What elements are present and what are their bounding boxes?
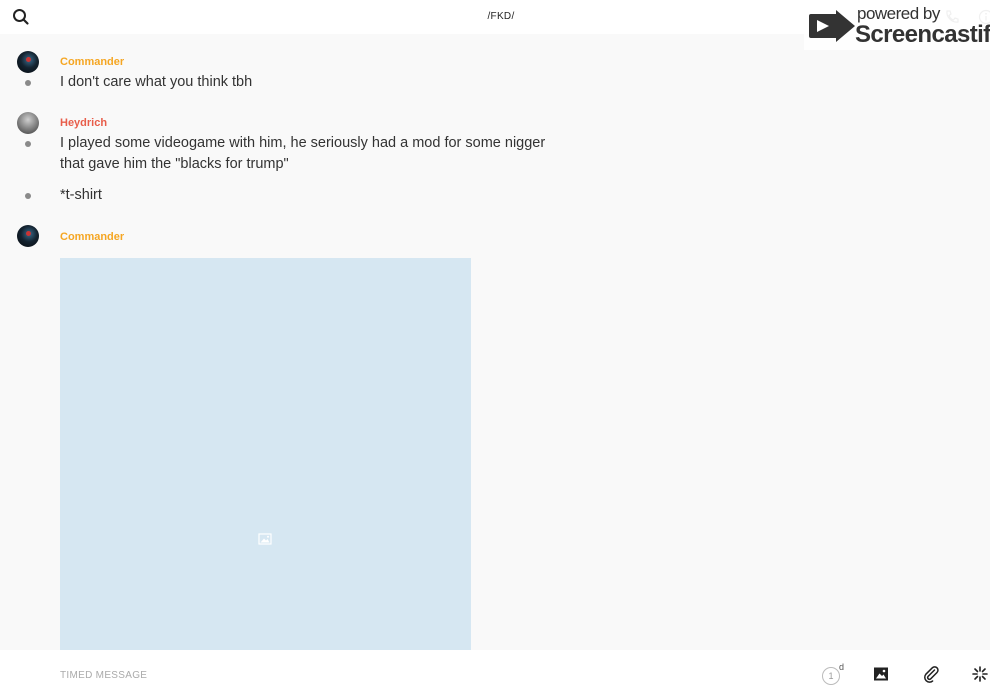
timer-unit: d xyxy=(839,662,845,672)
paperclip-icon[interactable] xyxy=(922,665,940,683)
commander-avatar[interactable] xyxy=(17,225,39,247)
message-feed: Commander I don't care what you think tb… xyxy=(0,34,990,650)
timed-message-input[interactable] xyxy=(60,664,760,686)
image-attachment[interactable] xyxy=(60,258,471,650)
message-text: I played some videogame with him, he ser… xyxy=(60,135,546,151)
message-status-dot xyxy=(25,193,31,199)
message-sender[interactable]: Commander xyxy=(60,56,124,68)
message-sender[interactable]: Commander xyxy=(60,231,124,243)
message-timer-button[interactable]: 1 d xyxy=(822,662,845,687)
commander-avatar[interactable] xyxy=(17,51,39,73)
photo-icon[interactable] xyxy=(873,666,889,682)
message-text: I don't care what you think tbh xyxy=(60,74,253,90)
composer-bar: 1 d xyxy=(0,650,990,700)
message-text: that gave him the "blacks for trump" xyxy=(60,156,289,172)
message-status-dot xyxy=(25,141,31,147)
image-placeholder-icon xyxy=(258,532,272,546)
message-text: *t-shirt xyxy=(60,187,102,203)
heydrich-avatar[interactable] xyxy=(17,112,39,134)
message-status-dot xyxy=(25,80,31,86)
sparkle-icon[interactable] xyxy=(972,666,988,682)
message-sender[interactable]: Heydrich xyxy=(60,117,107,129)
timer-value: 1 xyxy=(822,667,840,685)
